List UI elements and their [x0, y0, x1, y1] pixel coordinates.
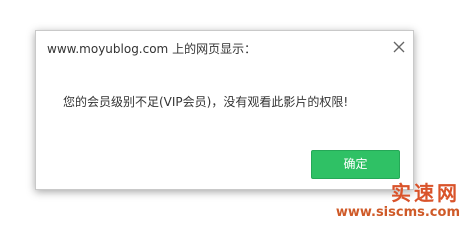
watermark-name: 实速网	[391, 181, 460, 205]
dialog-title: www.moyublog.com 上的网页显示：	[47, 42, 257, 56]
close-button[interactable]	[391, 39, 407, 55]
watermark: 实速网 www.siscms.com	[336, 181, 460, 221]
watermark-url: www.siscms.com	[335, 205, 460, 220]
ok-button[interactable]: 确定	[311, 150, 400, 179]
dialog-message: 您的会员级别不足(VIP会员)，没有观看此影片的权限!	[63, 95, 349, 109]
close-icon	[391, 39, 407, 55]
alert-dialog: www.moyublog.com 上的网页显示： 您的会员级别不足(VIP会员)…	[35, 30, 414, 190]
